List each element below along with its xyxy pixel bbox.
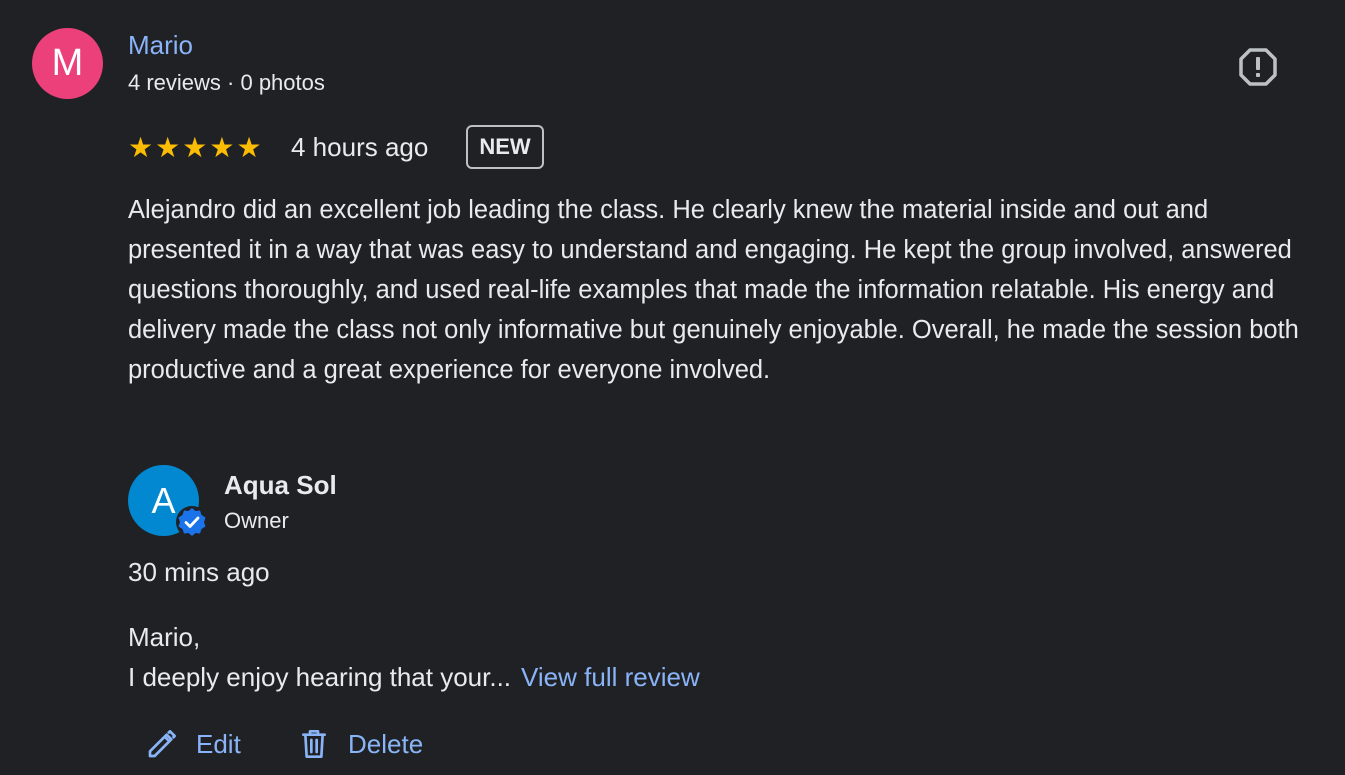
edit-label: Edit [196,728,241,759]
star-icon: ★ [128,132,154,163]
view-full-review-link[interactable]: View full review [521,662,700,692]
verified-badge-icon [176,506,208,538]
star-icon: ★ [182,132,208,163]
reply-greeting: Mario, [128,622,201,652]
star-icon: ★ [236,132,262,163]
new-badge: NEW [466,125,544,169]
star-icon: ★ [209,132,235,163]
reply-time: 30 mins ago [128,557,270,587]
reviewer-name-link[interactable]: Mario [128,30,193,61]
reviewer-avatar[interactable]: M [32,28,103,99]
delete-button[interactable]: Delete [298,728,423,760]
owner-name: Aqua Sol [224,470,337,500]
star-icon: ★ [155,132,181,163]
trash-icon [302,730,326,758]
review-text: Alejandro did an excellent job leading t… [128,196,1299,384]
owner-role: Owner [224,508,289,533]
reply-text: Mario, I deeply enjoy hearing that your.… [128,617,700,697]
report-flag-icon[interactable] [1238,47,1278,87]
edit-button[interactable]: Edit [146,728,241,760]
reply-snippet: I deeply enjoy hearing that your... [128,662,512,692]
review-time: 4 hours ago [291,132,429,162]
delete-label: Delete [348,728,424,759]
pencil-icon [148,730,176,758]
reviewer-meta: 4 reviews · 0 photos [128,70,325,95]
rating-stars: ★ ★ ★ ★ ★ [128,134,262,162]
